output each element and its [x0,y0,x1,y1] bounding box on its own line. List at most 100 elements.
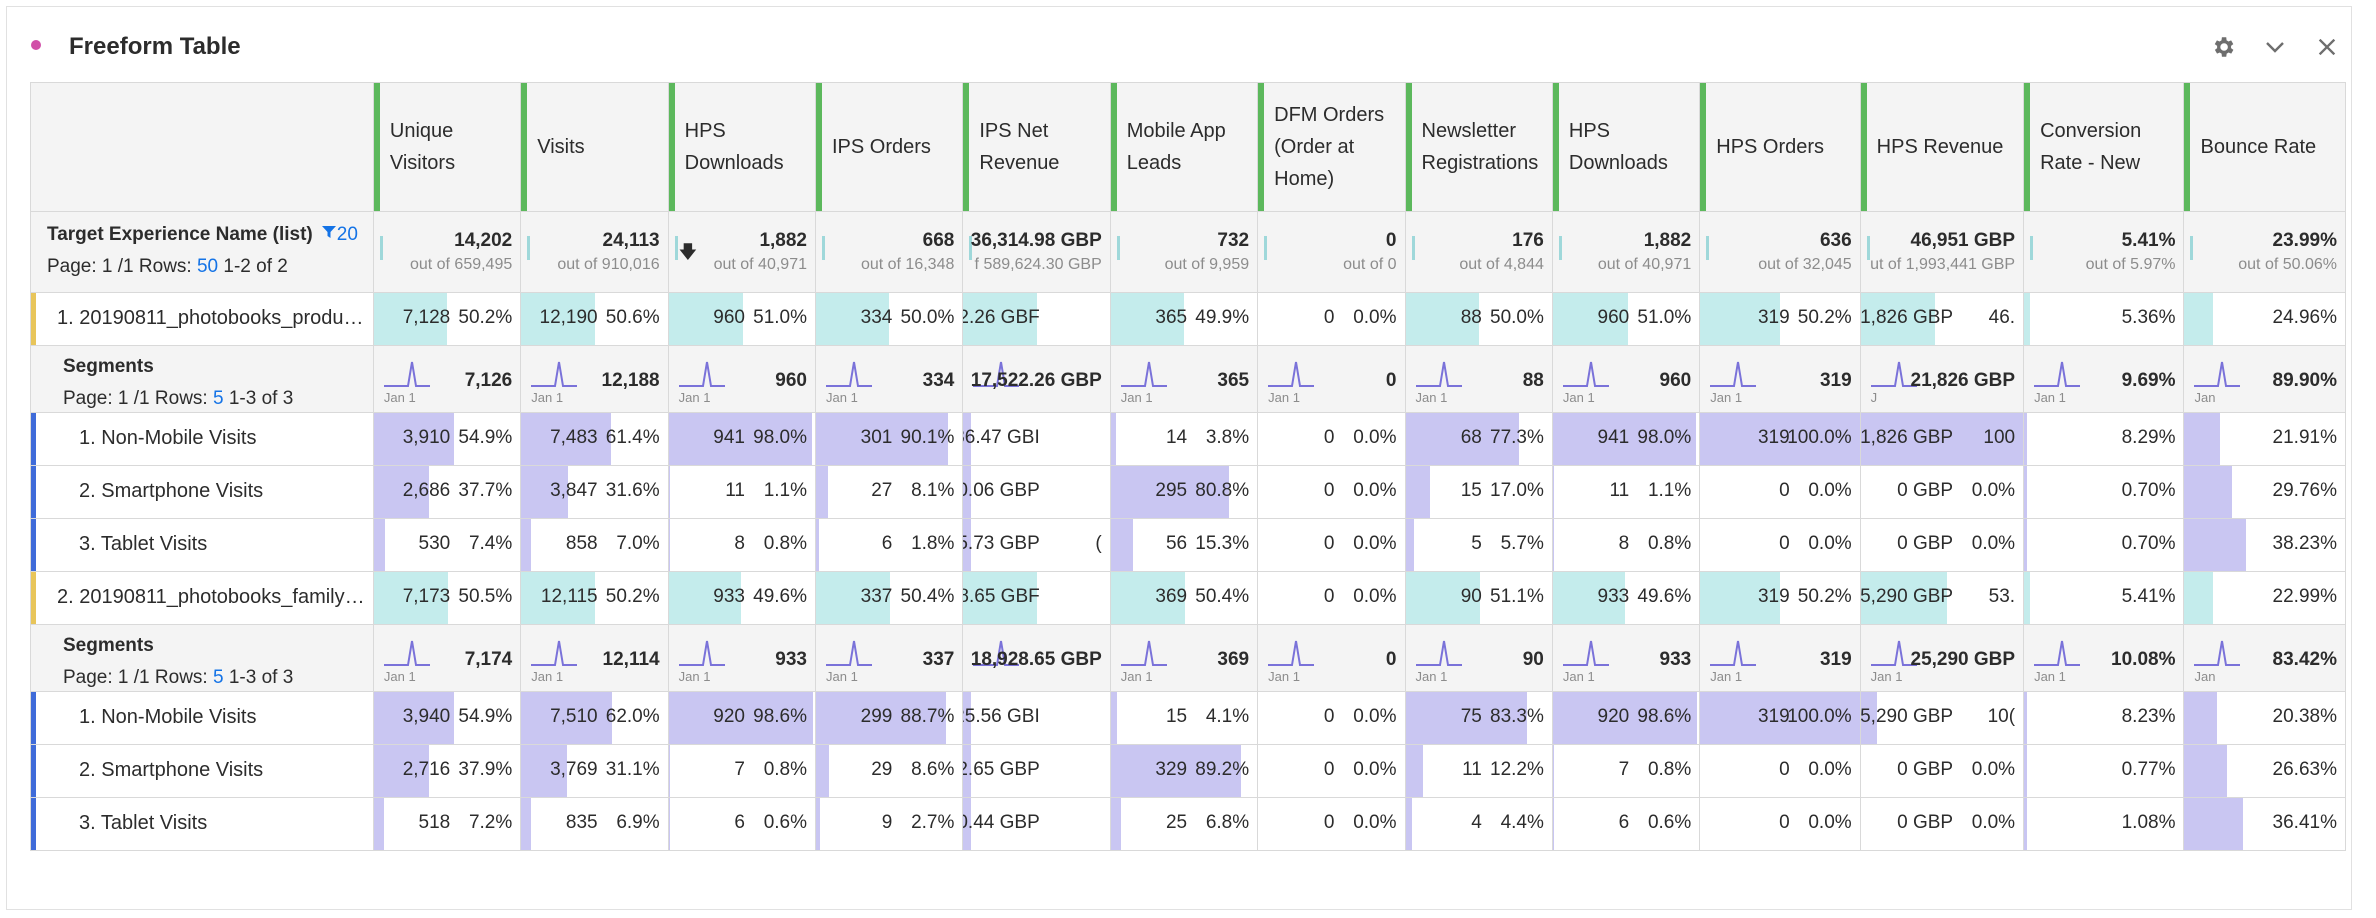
table-row-segment-3[interactable]: 3. Tablet Visits 530 7.4% 858 7.0% 8 0.8% 6 1.8%… [30,518,2346,572]
metric-cell: 933 49.6% [667,571,817,625]
metric-header-6[interactable]: Mobile App Leads [1109,82,1259,212]
metric-total: 636 [1819,230,1852,251]
metric-value: 68 [1460,427,1482,448]
metric-header-10[interactable]: HPS Orders [1699,82,1861,212]
segment-total-cell: Jan 1 960 [667,345,817,413]
metric-header-7[interactable]: DFM Orders (Order at Home) [1257,82,1406,212]
dimension-summary-cell: Target Experience Name (list) 20 Page: 1 /… [30,211,374,293]
metric-value: 0 GBP [1897,480,1954,501]
segment-item-label[interactable]: 3. Tablet Visits [79,533,207,556]
metric-cell: 0 0.0% [1699,744,1861,798]
metric-value: 155.73 GBP [964,533,1040,554]
metric-header-8[interactable]: Newsletter Registrations [1404,82,1553,212]
metric-cell: 518 7.2% [372,797,522,851]
item-label[interactable]: 2. 20190811_photobooks_family… [57,586,365,609]
metric-header-2[interactable]: Visits [520,82,669,212]
metric-header-12[interactable]: Conversion Rate - New [2023,82,2185,212]
rows-per-page-link[interactable]: 5 [213,667,224,688]
segment-total-cell: Jan 1 369 [1109,624,1259,692]
metric-value: 835 [565,812,598,833]
item-label[interactable]: 1. 20190811_photobooks_produ… [57,307,364,330]
segment-total-cell: Jan 1 7,126 [372,345,522,413]
segment-item-label[interactable]: 2. Smartphone Visits [79,480,263,503]
metric-value: 7,483 [550,427,598,448]
table-row-segment-3[interactable]: 3. Tablet Visits 518 7.2% 835 6.9% 6 0.6% 9 2.7%… [30,797,2346,851]
metric-percent: 88.7% [900,706,955,727]
filter-icon[interactable] [321,224,337,245]
segment-item-label[interactable]: 1. Non-Mobile Visits [79,427,256,450]
metric-value: 11 [725,480,745,501]
metric-percent: 2.7% [911,812,955,833]
sparkline [1562,640,1609,666]
segment-label-cell[interactable]: 2. Smartphone Visits [30,465,374,519]
metric-header-11[interactable]: HPS Revenue [1859,82,2025,212]
metric-percent: 37.9% [458,759,513,780]
rows-per-page-link[interactable]: 50 [197,256,218,277]
dimension-title[interactable]: Target Experience Name (list) 20 [47,224,358,246]
segment-label-cell[interactable]: 3. Tablet Visits [30,518,374,572]
metric-cell: 11 1.1% [1551,465,1701,519]
metric-percent: 1.1% [763,480,807,501]
metric-percent: 77.3% [1490,427,1544,448]
metric-header-row: Unique Visitors Visits HPS Downloads IPS Or… [30,82,2346,212]
table-row-item-1[interactable]: 1. 20190811_photobooks_produ… 7,128 50.2% 1… [30,292,2346,346]
metric-value: 21.91% [2272,427,2337,448]
item-label-cell[interactable]: 2. 20190811_photobooks_family… [30,571,374,625]
rows-per-page-link[interactable]: 5 [213,388,224,409]
sort-down-icon[interactable]: 🡇 [679,240,698,270]
sparkline [2194,640,2241,666]
table-row-segment-1[interactable]: 1. Non-Mobile Visits 3,940 54.9% 7,510 62.0%… [30,691,2346,745]
settings-button[interactable] [2207,31,2239,63]
segment-label-cell[interactable]: 1. Non-Mobile Visits [30,691,374,745]
metric-value: 2,686 [402,480,451,501]
segment-total: 17,522.26 GBP [970,370,1102,391]
metric-percent: 0.0% [1808,759,1852,780]
sparkline [1710,640,1757,666]
percent-bar [669,519,670,571]
percent-bar [2024,692,2028,744]
segment-item-label[interactable]: 1. Non-Mobile Visits [79,706,256,729]
metric-header-13[interactable]: Bounce Rate [2183,82,2346,212]
metric-percent: 7.4% [468,533,513,554]
metric-percent: 50.6% [605,307,660,328]
metric-cell: 21,826 GBP 100 [1859,412,2025,466]
close-button[interactable] [2311,31,2343,63]
metric-header-3[interactable]: HPS Downloads [667,82,817,212]
metric-grand-total: out of 9,959 [1164,256,1250,273]
table-row-segment-1[interactable]: 1. Non-Mobile Visits 3,910 54.9% 7,483 61.4%… [30,412,2346,466]
segment-total: 369 [1217,649,1250,670]
metric-header-1[interactable]: Unique Visitors [372,82,522,212]
segment-label-cell[interactable]: 2. Smartphone Visits [30,744,374,798]
metric-value: 3,910 [402,427,451,448]
table-row-segment-2[interactable]: 2. Smartphone Visits 2,716 37.9% 3,769 31.1%… [30,744,2346,798]
metric-header-4[interactable]: IPS Orders [814,82,964,212]
percent-bar [1553,798,1554,850]
metric-percent: 0.0% [1353,307,1397,328]
metric-total: 5.41% [2121,230,2176,251]
segment-total: 365 [1217,370,1250,391]
segment-item-label[interactable]: 3. Tablet Visits [79,812,207,835]
table-row-segment-2[interactable]: 2. Smartphone Visits 2,686 37.7% 3,847 31.6%… [30,465,2346,519]
filter-count: 20 [336,224,358,245]
table-row-item-2[interactable]: 2. 20190811_photobooks_family… 7,173 50.5%… [30,571,2346,625]
metric-percent: 0.6% [1647,812,1692,833]
metric-header-9[interactable]: HPS Downloads [1551,82,1701,212]
segment-item-label[interactable]: 2. Smartphone Visits [79,759,263,782]
segment-total-cell: Jan 1 88 [1404,345,1553,413]
metric-value: 27 [871,480,893,501]
metric-cell: 0 0.0% [1257,518,1406,572]
item-label-cell[interactable]: 1. 20190811_photobooks_produ… [30,292,374,346]
segment-total: 89.90% [2272,370,2337,391]
metric-cell: 5.36% [2023,292,2185,346]
metric-percent: 0.0% [1353,427,1397,448]
segment-total: 12,114 [602,649,660,670]
percent-bar [521,519,532,571]
segment-label-cell[interactable]: 3. Tablet Visits [30,797,374,851]
collapse-button[interactable] [2259,31,2291,63]
metric-grand-total: out of 910,016 [557,256,660,273]
metric-header-5[interactable]: IPS Net Revenue [962,82,1111,212]
metric-percent: 0.0% [1808,480,1852,501]
segment-label-cell[interactable]: 1. Non-Mobile Visits [30,412,374,466]
percent-bar [2024,798,2028,850]
sparkline [2034,361,2081,387]
